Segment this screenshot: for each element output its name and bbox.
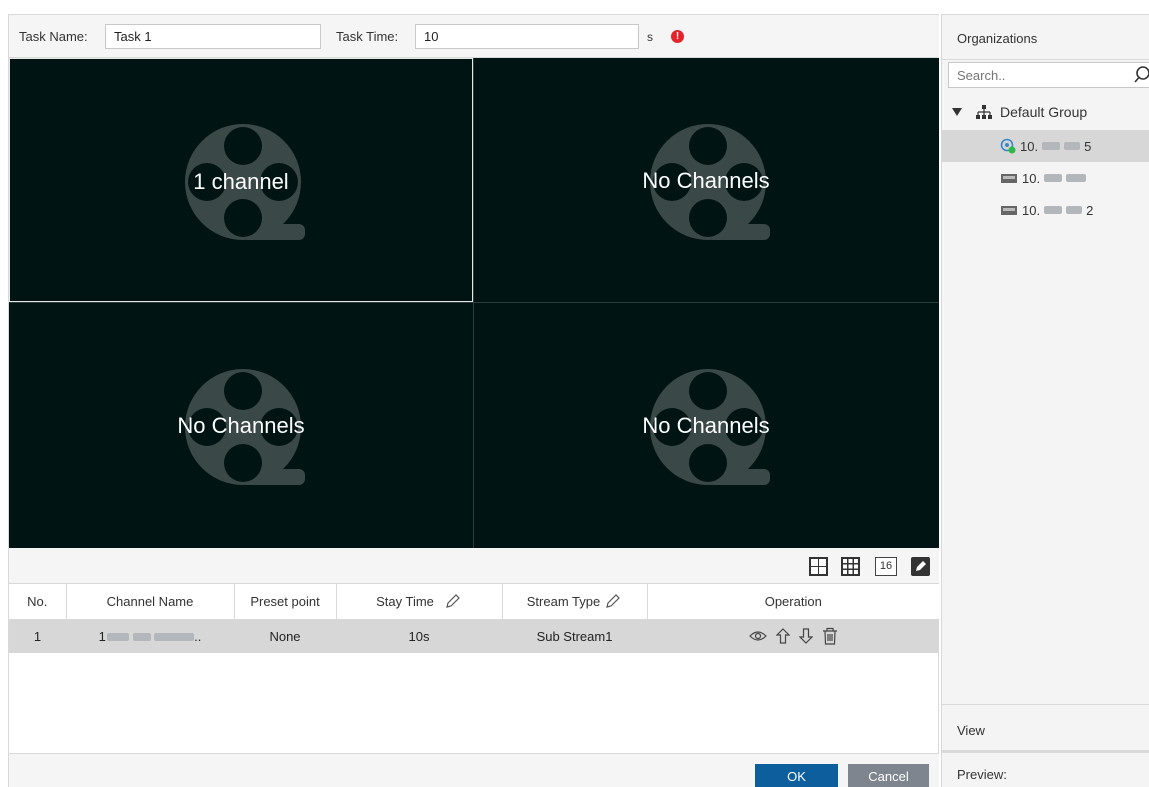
tree-group-default[interactable]: Default Group <box>952 104 1087 120</box>
row-stay-time: 10s <box>336 619 502 653</box>
layout-16-button[interactable]: 16 <box>875 557 897 576</box>
edit-pencil-icon[interactable] <box>444 592 462 610</box>
task-header: Task Name: Task Time: s ! <box>9 14 939 58</box>
layout-4-icon[interactable] <box>809 557 828 576</box>
nvr-device-icon <box>1001 174 1017 183</box>
device-ip-suffix: 2 <box>1086 202 1094 218</box>
row-operation <box>647 619 939 653</box>
search-icon[interactable] <box>1134 65 1149 83</box>
row-no: 1 <box>9 619 66 653</box>
warning-icon: ! <box>671 30 684 43</box>
preview-eye-icon[interactable] <box>748 629 767 643</box>
redacted-text <box>132 633 151 642</box>
custom-layout-icon[interactable] <box>911 557 930 576</box>
redacted-text <box>106 633 129 642</box>
video-cell[interactable]: No Channels <box>474 303 938 547</box>
ok-button[interactable]: OK <box>755 764 838 787</box>
row-preset-point: None <box>234 619 336 653</box>
video-cell[interactable]: 1 channel <box>9 58 473 302</box>
device-ip: 10. <box>1022 202 1041 218</box>
col-channel-name: Channel Name <box>66 584 235 620</box>
task-channel-table: No. Channel Name Preset point Stay Time <box>9 584 939 653</box>
organizations-header[interactable]: Organizations <box>942 14 1149 60</box>
cancel-button[interactable]: Cancel <box>848 764 929 787</box>
col-stay-time: Stay Time <box>336 584 503 620</box>
row-channel-name: 1 .. <box>66 619 234 653</box>
grid-divider <box>473 58 474 548</box>
organization-sidebar: Organizations Default Group 10. 5 <box>941 14 1149 787</box>
delete-trash-icon[interactable] <box>822 627 838 645</box>
channel-name-suffix: .. <box>194 628 202 644</box>
layout-toolbar: 16 <box>9 548 939 584</box>
col-stream-type-label: Stream Type <box>526 593 601 609</box>
task-name-label: Task Name: <box>19 29 88 44</box>
preview-section-header[interactable]: Preview: <box>942 750 1149 787</box>
task-editor-window: Task Name: Task Time: s ! 1 channel <box>0 0 1149 787</box>
redacted-text <box>1044 206 1063 214</box>
redacted-text <box>154 633 195 642</box>
col-operation: Operation <box>647 584 939 620</box>
video-cell[interactable]: No Channels <box>474 58 938 302</box>
col-no: No. <box>9 584 67 620</box>
redacted-text <box>1042 142 1061 150</box>
cell-label: 1 channel <box>193 169 289 194</box>
device-ip: 10. <box>1022 170 1041 186</box>
table-header-row: No. Channel Name Preset point Stay Time <box>9 584 939 620</box>
task-time-input[interactable] <box>415 24 639 49</box>
row-stream-type: Sub Stream1 <box>502 619 647 653</box>
device-ip-suffix: 5 <box>1084 138 1092 154</box>
redacted-text <box>1064 142 1081 150</box>
redacted-text <box>1044 174 1063 182</box>
move-down-icon[interactable] <box>798 628 813 644</box>
device-ip: 10. <box>1020 138 1039 154</box>
move-up-icon[interactable] <box>775 627 790 644</box>
view-section-header[interactable]: View <box>942 704 1149 750</box>
cell-label: No Channels <box>177 413 305 438</box>
grid-divider <box>9 302 939 303</box>
search-input[interactable] <box>948 62 1149 88</box>
group-label: Default Group <box>1000 104 1088 120</box>
dialog-footer: OK Cancel <box>9 753 939 787</box>
task-name-input[interactable] <box>105 24 321 49</box>
nvr-device-icon <box>1001 206 1017 215</box>
cell-label: No Channels <box>642 168 770 193</box>
top-margin <box>0 0 1149 14</box>
channel-name-prefix: 1 <box>98 628 106 644</box>
task-panel: Task Name: Task Time: s ! 1 channel <box>8 14 939 787</box>
col-stay-time-label: Stay Time <box>376 593 434 609</box>
redacted-text <box>1066 174 1087 182</box>
table-row[interactable]: 1 1 .. None 10s Sub Stream1 <box>9 619 939 653</box>
online-device-icon <box>1000 138 1016 154</box>
task-time-label: Task Time: <box>336 29 399 44</box>
tree-device-item[interactable]: 10. <box>942 162 1149 194</box>
col-preset-point: Preset point <box>234 584 337 620</box>
tree-device-item[interactable]: 10. 5 <box>942 130 1149 162</box>
edit-pencil-icon[interactable] <box>604 592 622 610</box>
video-cell[interactable]: No Channels <box>9 303 473 547</box>
col-stream-type: Stream Type <box>502 584 648 620</box>
expand-triangle-icon[interactable] <box>952 108 962 116</box>
org-tree-icon <box>976 105 992 119</box>
layout-9-icon[interactable] <box>841 557 860 576</box>
redacted-text <box>1066 206 1083 214</box>
tree-device-item[interactable]: 10. 2 <box>942 194 1149 226</box>
task-time-unit: s <box>647 30 653 44</box>
video-grid: 1 channel No Channels No Channels No Cha… <box>9 58 939 548</box>
cell-label: No Channels <box>642 413 770 438</box>
